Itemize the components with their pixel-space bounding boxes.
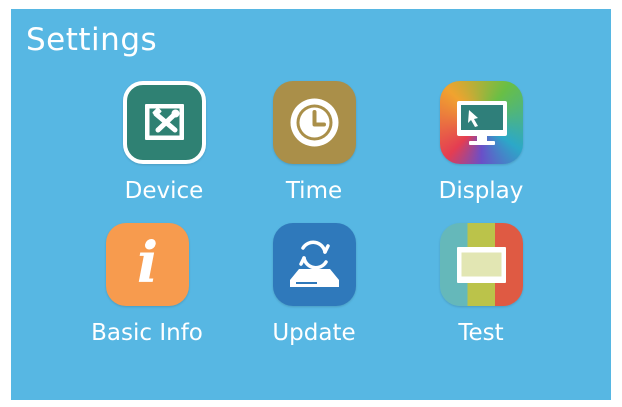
info-icon: i [136, 230, 159, 296]
device-app[interactable]: Device [94, 81, 234, 209]
update-tile[interactable] [273, 223, 356, 306]
time-tile[interactable] [273, 81, 356, 164]
test-label: Test [458, 320, 504, 346]
settings-screen: Settings Device Time Display i Basic Inf… [11, 9, 611, 400]
display-tile[interactable] [440, 81, 523, 164]
update-label: Update [272, 320, 356, 346]
test-tile[interactable] [440, 223, 523, 306]
time-label: Time [285, 178, 343, 204]
device-tile[interactable] [123, 81, 206, 164]
display-app[interactable]: Display [411, 81, 551, 209]
monitor-cursor-icon [457, 101, 507, 145]
clock-icon [290, 98, 339, 147]
device-label: Device [124, 178, 204, 204]
basic-info-tile[interactable]: i [106, 223, 189, 306]
display-label: Display [438, 178, 524, 204]
test-screen-icon [457, 247, 506, 283]
tools-icon [145, 104, 184, 140]
basic-info-label: Basic Info [91, 320, 203, 346]
update-icon [290, 240, 339, 287]
test-app[interactable]: Test [411, 223, 551, 351]
basic-info-app[interactable]: i Basic Info [77, 223, 217, 351]
page-title: Settings [26, 22, 158, 58]
time-app[interactable]: Time [244, 81, 384, 209]
update-app[interactable]: Update [244, 223, 384, 351]
